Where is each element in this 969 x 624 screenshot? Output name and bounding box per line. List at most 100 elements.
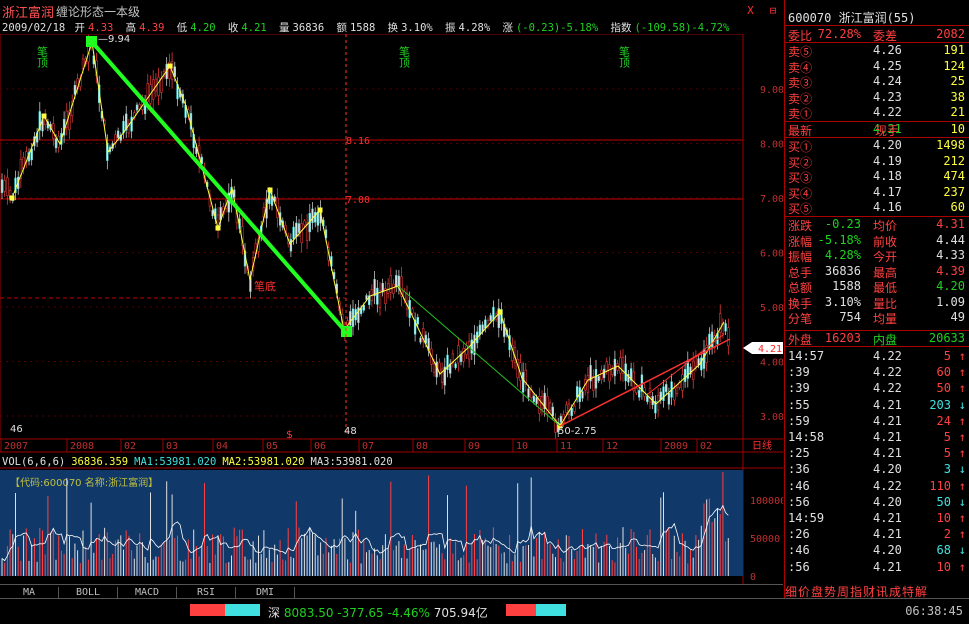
candle-body [565, 404, 568, 413]
stat-value: -5.18% [817, 232, 861, 247]
candle-body [681, 374, 684, 391]
stat-row: 分笔 754 49 均量 [785, 310, 969, 326]
candle-body [316, 211, 320, 226]
vol-code-text: 【代码:600070 名称:浙江富润】 [10, 476, 158, 489]
tick-price: 4.21 [873, 511, 902, 525]
kline-chart[interactable]: 8.167.00 笔顶 笔顶 笔顶笔底—9.9450-2.7546 48$4.21 9… [0, 34, 783, 584]
candle-body [535, 397, 538, 404]
volume-bars: 【代码:600070 名称:浙江富润】 100000 50000 0 [0, 467, 783, 583]
candle-body [594, 369, 598, 389]
sell-row: 卖① 4.22 21 [785, 105, 969, 121]
window-buttons: X ⊟ [740, 4, 779, 17]
high-label: 高 [125, 22, 137, 34]
candle-body [311, 208, 314, 224]
candle-body [665, 384, 668, 393]
tick-price: 4.20 [873, 494, 902, 509]
candle-body [608, 364, 611, 382]
tab-dmi[interactable]: DMI [236, 587, 295, 598]
arrow-up-icon: ↑ [958, 559, 966, 574]
segment-start-marker [86, 36, 97, 47]
buy-vol: 1498 [936, 138, 965, 152]
candle-body [724, 323, 727, 332]
arrow-up-icon: ↑ [958, 349, 966, 363]
sell-price: 4.25 [873, 58, 902, 73]
candle-body [551, 406, 554, 417]
tab-macd[interactable]: MACD [118, 587, 177, 598]
candle-body [6, 177, 9, 197]
tick-row: 14:57 4.22 5 ↑ [785, 349, 969, 364]
panel-footer-tabs[interactable]: 细价盘势周指财讯成特解 [785, 583, 969, 599]
candle-body [521, 372, 525, 393]
tick-row: :26 4.21 2 ↑ [785, 527, 969, 542]
tick-vol: 2 [943, 527, 951, 542]
sell-row: 卖④ 4.25 124 [785, 58, 969, 75]
neipan-value: 20633 [928, 331, 965, 345]
tick-vol: 50 [936, 381, 951, 396]
title-bar: 浙江富润 缠论形态一本级 [0, 0, 783, 21]
stat-value-2: 4.31 [936, 217, 965, 231]
tick-vol: 203 [929, 397, 951, 412]
ma1-value: MA1:53981.020 [134, 456, 217, 468]
candle-body [697, 358, 700, 366]
candle-body [395, 275, 398, 287]
market-pct: -4.46% [387, 606, 430, 620]
tab-boll[interactable]: BOLL [59, 587, 118, 598]
buy-price: 4.20 [873, 138, 902, 152]
candle-body [314, 212, 317, 223]
tick-time: :46 [788, 543, 810, 558]
market-bar-icon-2 [506, 604, 566, 616]
stat-label: 换手 [788, 296, 813, 311]
price-tick: 9.00 [760, 85, 783, 96]
buy-label: 买② [788, 155, 813, 170]
market-amount: 705.94亿 [433, 606, 488, 620]
sell-vol: 38 [950, 89, 965, 104]
arrow-down-icon: ↓ [958, 462, 966, 477]
volume-header: VOL(6,6,6) 36836.359 MA1:53981.020 MA2:5398… [2, 456, 399, 468]
candle-body [470, 339, 473, 354]
candle-body [559, 416, 563, 423]
candle-body [295, 222, 298, 238]
bar-count-46: 46 [10, 424, 23, 435]
ma2-value: MA2:53981.020 [222, 456, 305, 468]
tab-rsi[interactable]: RSI [177, 587, 236, 598]
sell-row: 卖② 4.23 38 [785, 89, 969, 106]
buy-row: 买⑤ 4.16 60 [785, 200, 969, 216]
month-label: 07 [362, 441, 374, 452]
tick-price: 4.20 [873, 543, 902, 558]
bi-bottom-label: 笔底 [254, 279, 276, 293]
month-label: 11 [560, 441, 572, 452]
tick-price: 4.20 [873, 462, 902, 477]
buy-label: 买① [788, 140, 813, 154]
market-bar-icon [190, 604, 260, 616]
market-index-value: 8083.50 [283, 606, 334, 620]
stat-label: 分笔 [788, 312, 813, 326]
tick-vol: 10 [936, 559, 951, 574]
close-icon[interactable]: X [744, 5, 756, 17]
tick-row: :46 4.22 110 ↑ [785, 479, 969, 494]
tick-time: :56 [788, 494, 810, 509]
candle-body [457, 345, 460, 364]
arrow-up-icon: ↑ [958, 478, 966, 493]
candle-body [292, 226, 295, 240]
tab-ma[interactable]: MA [0, 587, 59, 598]
price-tick: 8.00 [760, 140, 783, 151]
sell-price: 4.22 [873, 105, 902, 119]
candle-body [484, 319, 487, 329]
month-label: 2007 [4, 441, 28, 452]
arrow-down-icon: ↓ [958, 397, 966, 412]
tick-time: :39 [788, 365, 810, 380]
stat-value-2: 49 [950, 310, 965, 324]
arrow-up-icon: ↑ [958, 365, 966, 380]
candle-body [602, 368, 606, 379]
sell-price: 4.26 [873, 43, 902, 57]
stat-row: 涨跌 -0.23 4.31 均价 [785, 217, 969, 233]
restore-icon[interactable]: ⊟ [767, 5, 779, 17]
candle-body [392, 283, 395, 294]
chg-label: 涨 [502, 22, 513, 34]
time-axis: 2007 2008 02 03 04 05 06 07 08 09 10 11 12 2009 02 日线 [0, 438, 783, 453]
candle-body [0, 179, 4, 193]
sell-label: 卖⑤ [788, 45, 813, 59]
tick-row: :39 4.22 50 ↑ [785, 381, 969, 396]
arrow-up-icon: ↑ [958, 446, 966, 461]
close-label: 收 [227, 22, 239, 34]
